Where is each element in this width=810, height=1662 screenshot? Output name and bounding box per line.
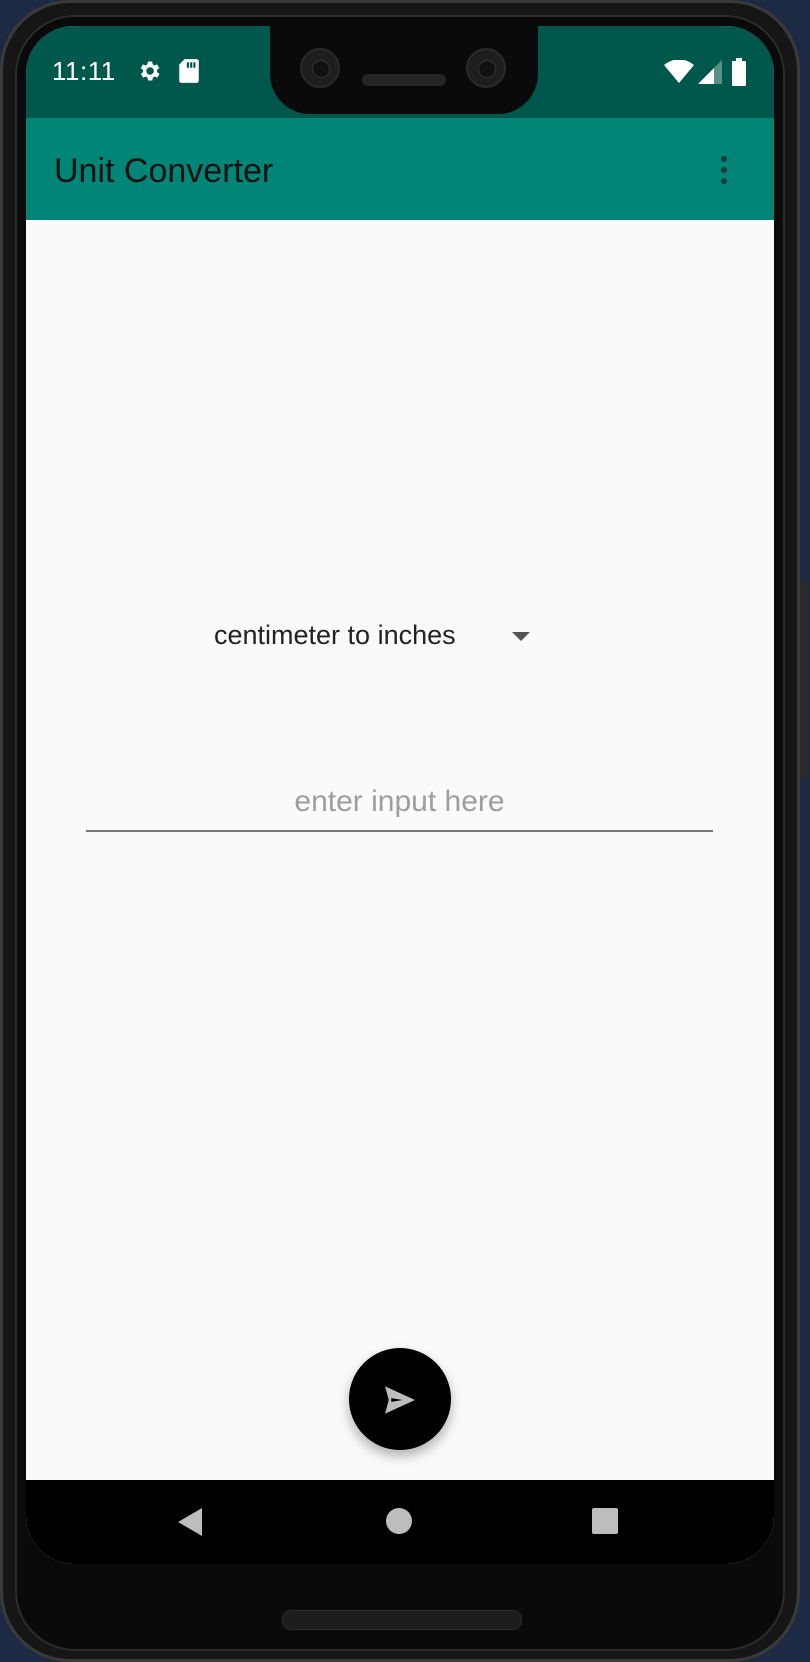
wifi-icon: [664, 60, 694, 83]
app-title: Unit Converter: [54, 152, 274, 190]
value-input[interactable]: [86, 774, 713, 832]
status-bar: 11:11: [26, 26, 774, 118]
side-button: [800, 580, 808, 780]
camera-notch: [270, 26, 538, 114]
recents-icon[interactable]: [592, 1508, 618, 1534]
signal-icon: [698, 60, 722, 84]
dropdown-arrow-icon: [512, 632, 530, 641]
send-icon: [385, 1386, 415, 1414]
bottom-speaker-grille: [282, 1610, 522, 1630]
sd-card-icon: [179, 59, 199, 83]
system-nav-bar: [26, 1480, 774, 1564]
conversion-selected-label: centimeter to inches: [214, 620, 456, 650]
phone-screen: 11:11 Unit Converter centimeter to inche…: [26, 26, 774, 1564]
gear-icon: [140, 61, 160, 81]
convert-fab-button[interactable]: [349, 1348, 451, 1450]
battery-icon: [732, 58, 746, 86]
back-icon[interactable]: [178, 1508, 202, 1536]
home-icon[interactable]: [386, 1508, 412, 1534]
front-camera-left: [300, 48, 340, 88]
more-vert-icon[interactable]: [718, 156, 730, 192]
earpiece-speaker: [362, 74, 446, 86]
conversion-spinner[interactable]: centimeter to inches: [206, 610, 556, 666]
status-time: 11:11: [52, 56, 116, 86]
front-camera-right: [466, 48, 506, 88]
app-toolbar: Unit Converter: [26, 118, 774, 220]
